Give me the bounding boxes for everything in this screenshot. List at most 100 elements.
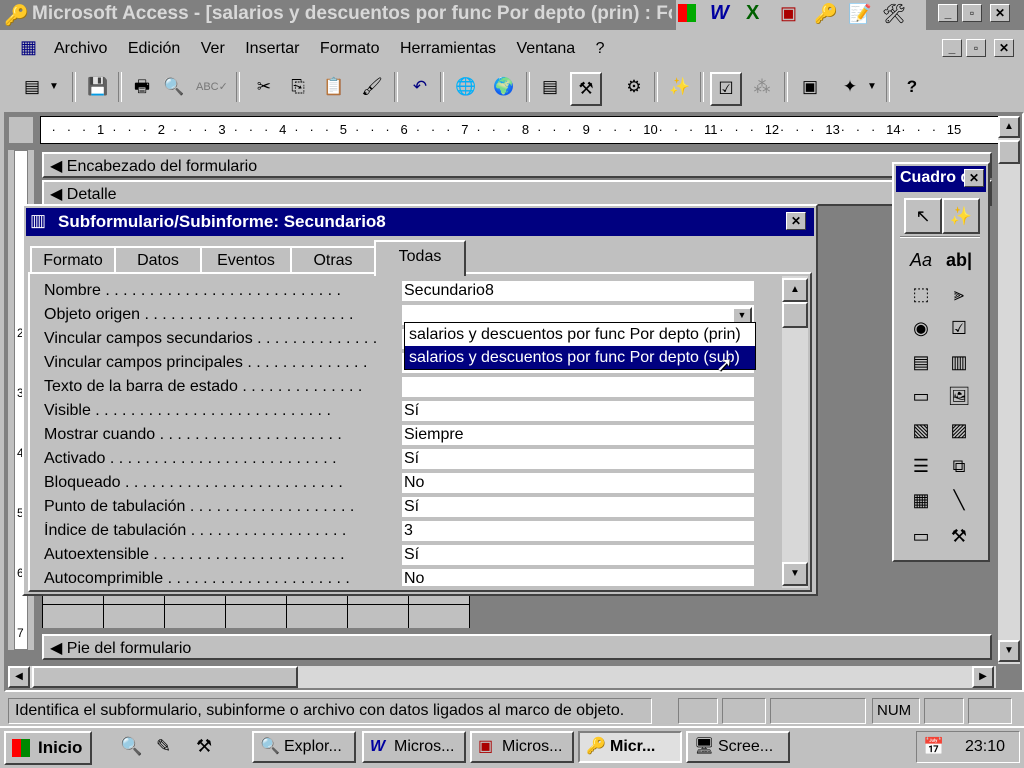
image-tool-icon[interactable]: 🖼 bbox=[942, 380, 976, 412]
vertical-scrollbar[interactable]: ▲ ▼ bbox=[998, 116, 1020, 664]
new-object-dropdown-icon[interactable]: ▼ bbox=[864, 72, 880, 102]
help-icon[interactable]: ? bbox=[898, 72, 926, 102]
access-icon[interactable]: 🔑 bbox=[814, 2, 838, 26]
builder-icon[interactable]: ⁂ bbox=[748, 72, 776, 102]
prop-value-mostrar-cuando[interactable]: Siempre bbox=[402, 425, 754, 445]
menu-archivo[interactable]: Archivo bbox=[54, 40, 107, 57]
toggle-button-icon[interactable]: ⫸ bbox=[942, 278, 976, 310]
doc-minimize-button[interactable]: _ bbox=[942, 39, 962, 57]
checkbox-tool-icon[interactable]: ☑ bbox=[942, 312, 976, 344]
doc-restore-button[interactable]: ▫ bbox=[966, 39, 986, 57]
section-bar-header[interactable]: ◀ Encabezado del formulario bbox=[42, 152, 992, 178]
subform-tool-icon[interactable]: ▦ bbox=[904, 484, 938, 516]
menu-herramientas[interactable]: Herramientas bbox=[400, 40, 496, 57]
menu-ventana[interactable]: Ventana bbox=[516, 40, 575, 57]
tab-todas[interactable]: Todas bbox=[374, 240, 466, 276]
rectangle-tool-icon[interactable]: ▭ bbox=[904, 520, 938, 552]
textbox-tool-icon[interactable]: ab| bbox=[942, 244, 976, 276]
start-button[interactable]: Inicio bbox=[4, 731, 92, 765]
task-explorer[interactable]: 🔍 Explor... bbox=[252, 731, 356, 763]
prop-value-punto-tabulacion[interactable]: Sí bbox=[402, 497, 754, 517]
horizontal-scrollbar[interactable]: ◀ ▶ bbox=[8, 666, 996, 688]
section-bar-detail[interactable]: ◀ Detalle bbox=[42, 180, 992, 206]
prop-value-nombre[interactable]: Secundario8 bbox=[402, 281, 754, 301]
prop-value-texto-barra-estado[interactable] bbox=[402, 377, 754, 397]
hscroll-thumb[interactable] bbox=[32, 666, 298, 688]
scroll-thumb[interactable] bbox=[998, 140, 1020, 164]
section-bar-footer[interactable]: ◀ Pie del formulario bbox=[42, 634, 992, 660]
undo-icon[interactable]: ↶ bbox=[406, 72, 434, 102]
schedule-icon[interactable]: 📝 bbox=[848, 2, 872, 26]
page-break-icon[interactable]: ☰ bbox=[904, 450, 938, 482]
powerpoint-icon[interactable]: ▣ bbox=[780, 3, 797, 24]
task-word[interactable]: W Micros... bbox=[362, 731, 466, 763]
prop-value-visible[interactable]: Sí bbox=[402, 401, 754, 421]
option-group-icon[interactable]: ⬚ bbox=[904, 278, 938, 310]
scroll-left-button[interactable]: ◀ bbox=[8, 666, 30, 688]
menu-ayuda[interactable]: ? bbox=[596, 40, 605, 57]
scroll-right-button[interactable]: ▶ bbox=[972, 666, 994, 688]
new-object-icon[interactable]: ✦ bbox=[836, 72, 864, 102]
explorer-quick-icon[interactable]: 🔍 bbox=[120, 736, 142, 757]
database-window-icon[interactable]: ▣ bbox=[796, 72, 824, 102]
maximize-button[interactable]: ▫ bbox=[962, 4, 982, 22]
office-logo-icon[interactable] bbox=[678, 4, 696, 22]
desktop-quick-icon[interactable]: ⚒ bbox=[196, 736, 212, 757]
view-dropdown-icon[interactable]: ▼ bbox=[46, 72, 62, 102]
scroll-up-button[interactable]: ▲ bbox=[998, 116, 1020, 138]
ruler-corner[interactable] bbox=[8, 116, 34, 144]
toolbox-icon[interactable]: ⚒ bbox=[570, 72, 602, 106]
print-icon[interactable]: 🖶 bbox=[128, 72, 156, 102]
excel-icon[interactable]: X bbox=[746, 2, 759, 25]
insert-hyperlink-icon[interactable]: 🌐 bbox=[452, 72, 480, 102]
form-menu-icon[interactable]: ▦ bbox=[20, 37, 37, 58]
menu-edicion[interactable]: Edición bbox=[128, 40, 180, 57]
tab-control-icon[interactable]: ⧉ bbox=[942, 450, 976, 482]
toolbox-close-button[interactable]: ✕ bbox=[964, 169, 984, 187]
list-box-icon[interactable]: ▥ bbox=[942, 346, 976, 378]
scroll-down-button[interactable]: ▼ bbox=[998, 640, 1020, 662]
menu-insertar[interactable]: Insertar bbox=[245, 40, 299, 57]
toolbox-title-bar[interactable]: Cuadro de herramientas ✕ bbox=[896, 166, 986, 192]
outlook-quick-icon[interactable]: ✎ bbox=[156, 736, 171, 757]
cut-icon[interactable]: ✂ bbox=[250, 72, 278, 102]
tab-otras[interactable]: Otras bbox=[290, 246, 376, 274]
prop-value-bloqueado[interactable]: No bbox=[402, 473, 754, 493]
dialog-title-bar[interactable]: ▥ Subformulario/Subinforme: Secundario8 … bbox=[26, 208, 814, 236]
prop-scroll-thumb[interactable] bbox=[782, 302, 808, 328]
task-powerpoint[interactable]: ▣ Micros... bbox=[470, 731, 574, 763]
prop-value-activado[interactable]: Sí bbox=[402, 449, 754, 469]
autoformat-icon[interactable]: ⚙ bbox=[620, 72, 648, 102]
tab-formato[interactable]: Formato bbox=[30, 246, 116, 274]
unbound-object-frame-icon[interactable]: ▧ bbox=[904, 414, 938, 446]
prop-value-indice-tabulacion[interactable]: 3 bbox=[402, 521, 754, 541]
close-button[interactable]: ✕ bbox=[990, 4, 1010, 22]
dialog-close-button[interactable]: ✕ bbox=[786, 212, 806, 230]
dropdown-option-sub[interactable]: salarios y descuentos por func Por depto… bbox=[405, 346, 755, 369]
prop-value-autoextensible[interactable]: Sí bbox=[402, 545, 754, 565]
menu-ver[interactable]: Ver bbox=[201, 40, 225, 57]
save-icon[interactable]: 💾 bbox=[84, 72, 112, 102]
label-tool-icon[interactable]: Aa bbox=[904, 244, 938, 276]
control-wizards-icon[interactable]: ✨ bbox=[942, 198, 980, 234]
bound-object-frame-icon[interactable]: ▨ bbox=[942, 414, 976, 446]
format-painter-icon[interactable]: 🖌 bbox=[358, 72, 386, 102]
menu-formato[interactable]: Formato bbox=[320, 40, 380, 57]
view-icon[interactable]: ▤ bbox=[18, 72, 46, 102]
task-access[interactable]: 🔑 Micr... bbox=[578, 731, 682, 763]
office-tool-icon[interactable]: 🛠 bbox=[882, 2, 906, 26]
build-icon[interactable]: ✨ bbox=[666, 72, 694, 102]
prop-scroll-down-button[interactable]: ▼ bbox=[782, 562, 808, 586]
word-icon[interactable]: W bbox=[710, 2, 729, 25]
tab-datos[interactable]: Datos bbox=[114, 246, 202, 274]
scheduler-icon[interactable]: 📅 bbox=[923, 732, 944, 762]
paste-icon[interactable]: 📋 bbox=[320, 72, 348, 102]
command-button-icon[interactable]: ▭ bbox=[904, 380, 938, 412]
task-screen[interactable]: 🖥 Scree... bbox=[686, 731, 790, 763]
more-controls-icon[interactable]: ⚒ bbox=[942, 520, 976, 552]
copy-icon[interactable]: ⎘ bbox=[284, 72, 312, 102]
properties-scrollbar[interactable]: ▲ ▼ bbox=[782, 276, 808, 588]
option-button-icon[interactable]: ◉ bbox=[904, 312, 938, 344]
properties-icon[interactable]: ☑ bbox=[710, 72, 742, 106]
field-list-icon[interactable]: ▤ bbox=[536, 72, 564, 102]
